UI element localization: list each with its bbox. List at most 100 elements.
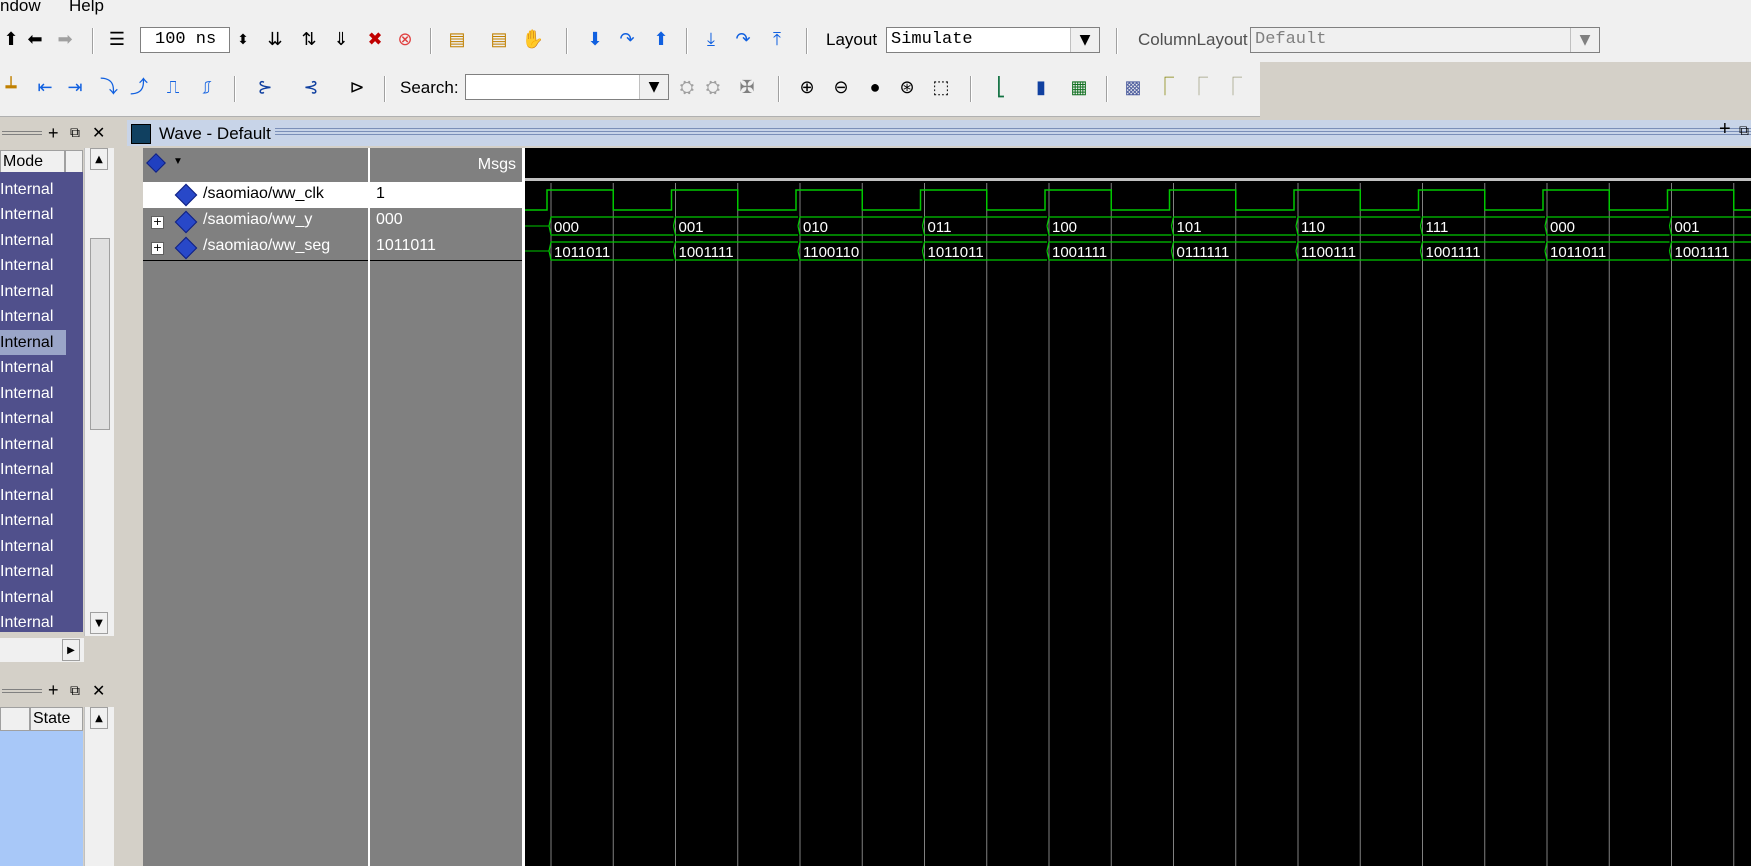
step-into-current-icon[interactable]: ⤓ [700, 28, 722, 50]
list-item[interactable]: Internal [0, 279, 83, 304]
spin-icon[interactable]: ⬍ [232, 28, 254, 50]
table-row[interactable]: 1011011 [370, 234, 522, 261]
list-item[interactable]: Internal [0, 610, 83, 635]
list-item[interactable]: Internal [0, 559, 83, 584]
list-item[interactable]: Internal [0, 406, 83, 431]
layout-select[interactable]: Simulate ▼ [886, 27, 1100, 53]
waveform-pane[interactable]: 000 001 010 011 100 101 110 111 000 001 1011011 100… [525, 148, 1751, 866]
prev-edge-icon[interactable]: ⇤ [34, 76, 56, 98]
dock-icon[interactable]: + [48, 123, 59, 144]
run-icon[interactable]: ⇊ [264, 28, 286, 50]
menu-window[interactable]: ndow [0, 0, 41, 16]
list-item[interactable]: Internal [0, 355, 83, 380]
up-icon[interactable]: ⬆ [0, 28, 22, 50]
list-item[interactable]: Internal [0, 381, 83, 406]
restart-icon[interactable]: ▤ [446, 28, 468, 50]
column-layout-select[interactable]: Default ▼ [1250, 27, 1600, 53]
step-over-icon[interactable]: ↷ [616, 28, 638, 50]
edge-display-3-icon[interactable]: ⎾ [1222, 76, 1244, 98]
undock-icon[interactable]: ⧉ [70, 682, 80, 699]
menu-help[interactable]: Help [69, 0, 104, 16]
expand-icon[interactable]: + [151, 216, 164, 229]
table-row[interactable]: 000 [370, 208, 522, 234]
waveform-canvas[interactable]: 000 001 010 011 100 101 110 111 000 001 1011011 100… [525, 148, 1751, 866]
mode-header[interactable]: Mode [0, 150, 65, 174]
undock-icon[interactable]: ⧉ [1739, 122, 1749, 139]
search-input[interactable]: ▼ [465, 74, 669, 100]
scroll-up-icon[interactable]: ▲ [90, 148, 108, 170]
chevron-down-icon[interactable]: ▼ [173, 156, 183, 167]
scroll-thumb[interactable] [90, 238, 110, 430]
forward-icon[interactable]: ➡ [54, 28, 76, 50]
undock-icon[interactable]: ⧉ [70, 124, 80, 141]
table-row-selected[interactable]: 1 [370, 182, 522, 208]
list-item[interactable]: Internal [0, 253, 83, 278]
table-row[interactable]: + /saomiao/ww_seg [143, 234, 368, 261]
step-over-current-icon[interactable]: ↷ [732, 28, 754, 50]
select-mode-icon[interactable]: ▮ [1030, 76, 1052, 98]
find-next-icon[interactable]: ⊰ [300, 76, 322, 98]
list-item-selected[interactable]: Internal [0, 330, 66, 355]
rising-edge-icon[interactable]: ⤴ [128, 76, 150, 98]
list-item[interactable]: Internal [0, 534, 83, 559]
zoom-out-icon[interactable]: ⊖ [830, 76, 852, 98]
list-item[interactable]: Internal [0, 457, 83, 482]
run-length-input[interactable]: 100 ns [140, 27, 230, 53]
cursor-icon[interactable]: ┷ [0, 76, 22, 98]
edge-display-2-icon[interactable]: ⎾ [1188, 76, 1210, 98]
find-prev-icon[interactable]: ⊱ [254, 76, 276, 98]
list-item[interactable]: Internal [0, 432, 83, 457]
scroll-down-icon[interactable]: ▼ [90, 612, 108, 634]
step-into-icon[interactable]: ⬇ [584, 28, 606, 50]
list-item[interactable]: Internal [0, 483, 83, 508]
h-scrollbar[interactable]: ▶ [0, 638, 84, 662]
list-item[interactable]: Internal [0, 202, 83, 227]
sim-icon[interactable]: ▤ [488, 28, 510, 50]
wave-window-titlebar[interactable]: Wave - Default + ⧉ [127, 118, 1751, 146]
zoom-cursor-icon[interactable]: ⊛ [896, 76, 918, 98]
edge-display-icon[interactable]: ⎾ [1154, 76, 1176, 98]
expand-icon[interactable]: + [151, 242, 164, 255]
falling-edge-icon[interactable]: ⤵ [98, 76, 120, 98]
close-icon[interactable]: ✕ [92, 123, 105, 143]
list-item[interactable]: Internal [0, 228, 83, 253]
step-out-current-icon[interactable]: ⤒ [766, 28, 788, 50]
grid-icon[interactable]: ▩ [1122, 76, 1144, 98]
run-all-icon[interactable]: ⇓ [330, 28, 352, 50]
dock-icon[interactable]: + [1719, 118, 1731, 141]
binoculars-icon[interactable]: ⛭ [676, 76, 698, 98]
sort-icon[interactable] [145, 153, 166, 173]
zoom-area-icon[interactable]: ⬚ [930, 76, 952, 98]
list-item[interactable]: Internal [0, 508, 83, 533]
wave-mode-icon[interactable]: ▦ [1068, 76, 1090, 98]
run-length-icon[interactable]: ☰ [106, 28, 128, 50]
mode-scrollbar[interactable]: ▲ ▼ [84, 148, 114, 636]
list-item[interactable]: Internal [0, 304, 83, 329]
cursor-mode-icon[interactable]: ⎣ [990, 76, 1012, 98]
chevron-down-icon[interactable]: ▼ [1070, 28, 1099, 52]
dock-icon[interactable]: + [48, 680, 59, 701]
table-row-selected[interactable]: /saomiao/ww_clk [143, 182, 368, 208]
back-icon[interactable]: ⬅ [24, 28, 46, 50]
edge-right-icon[interactable]: ⎎ [196, 76, 218, 98]
search-options-icon[interactable]: ✠ [736, 76, 758, 98]
continue-icon[interactable]: ⇅ [298, 28, 320, 50]
process-scrollbar[interactable]: ▲ [84, 707, 114, 866]
chevron-down-icon[interactable]: ▼ [639, 75, 668, 99]
stop-icon[interactable]: ⊗ [394, 28, 416, 50]
scroll-up-icon[interactable]: ▲ [90, 707, 108, 729]
zoom-in-icon[interactable]: ⊕ [796, 76, 818, 98]
chevron-down-icon[interactable]: ▼ [1570, 28, 1599, 52]
list-item[interactable]: Internal [0, 177, 83, 202]
table-row[interactable]: + /saomiao/ww_y [143, 208, 368, 234]
find-icon[interactable]: ⊳ [346, 76, 368, 98]
step-out-icon[interactable]: ⬆ [650, 28, 672, 50]
hand-icon[interactable]: ✋ [522, 28, 544, 50]
close-icon[interactable]: ✕ [92, 681, 105, 701]
zoom-full-icon[interactable]: ● [864, 76, 886, 98]
break-icon[interactable]: ✖ [364, 28, 386, 50]
list-item[interactable]: Internal [0, 585, 83, 610]
scroll-right-icon[interactable]: ▶ [62, 639, 80, 661]
binoculars-next-icon[interactable]: ⛭ [702, 76, 724, 98]
next-edge-icon[interactable]: ⇥ [64, 76, 86, 98]
